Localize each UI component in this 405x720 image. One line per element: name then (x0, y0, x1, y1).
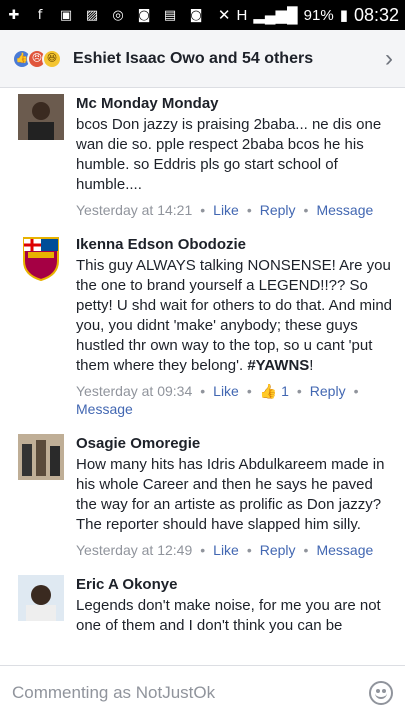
message-button[interactable]: Message (316, 202, 373, 218)
network-type: H (236, 6, 248, 24)
avatar[interactable] (18, 575, 64, 621)
signal-icon: ▂▄▆█ (253, 7, 298, 24)
comment-text-body: This guy ALWAYS talking NONSENSE! Are yo… (76, 257, 393, 374)
comment-author[interactable]: Ikenna Edson Obodozie (76, 235, 393, 255)
plus-icon: ✚ (8, 7, 20, 23)
comment-text: How many hits has Idris Abdulkareem made… (76, 456, 385, 533)
comment-time: Yesterday at 14:21 (76, 202, 193, 218)
chat-icon: ▣ (59, 7, 73, 23)
comment-item: Eric A Okonye Legends don't make noise, … (0, 569, 405, 646)
avatar[interactable] (18, 94, 64, 140)
comment-composer[interactable]: Commenting as NotJustOk (0, 665, 405, 720)
avatar[interactable] (18, 434, 64, 480)
instagram-icon-2: ◙ (189, 7, 203, 23)
message-icon: ▤ (163, 7, 177, 23)
emoji-icon[interactable] (369, 681, 393, 705)
comment-item: Ikenna Edson Obodozie This guy ALWAYS ta… (0, 229, 405, 428)
message-button[interactable]: Message (76, 401, 133, 417)
whatsapp-icon: ◎ (112, 7, 124, 23)
comment-author[interactable]: Mc Monday Monday (76, 94, 393, 114)
battery-level: 91% (303, 6, 334, 24)
like-button[interactable]: Like (213, 202, 239, 218)
comment-text: Legends don't make noise, for me you are… (76, 597, 381, 634)
message-button[interactable]: Message (316, 542, 373, 558)
like-button[interactable]: Like (213, 383, 239, 399)
mute-icon: ✕ (217, 7, 231, 24)
comment-text: This guy ALWAYS talking NONSENSE! Are yo… (76, 256, 393, 376)
reactions-text[interactable]: Eshiet Isaac Owo and 54 others (73, 50, 313, 68)
clock: 08:32 (353, 4, 399, 25)
comment-author[interactable]: Eric A Okonye (76, 575, 393, 595)
like-button[interactable]: Like (213, 542, 239, 558)
reactions-bar[interactable]: 👍 😠 😆 Eshiet Isaac Owo and 54 others › (0, 30, 405, 88)
facebook-icon: f (37, 7, 43, 23)
image-icon: ▨ (85, 7, 99, 23)
haha-reaction-icon: 😆 (42, 48, 62, 69)
hashtag-link[interactable]: #YAWNS (247, 357, 309, 374)
comment-author[interactable]: Osagie Omoregie (76, 434, 393, 454)
comment-item: Osagie Omoregie How many hits has Idris … (0, 428, 405, 569)
hashtag-suffix: ! (309, 357, 314, 374)
comment-text: bcos Don jazzy is praising 2baba... ne d… (76, 116, 382, 193)
comments-list: Mc Monday Monday bcos Don jazzy is prais… (0, 88, 405, 665)
comment-item: Mc Monday Monday bcos Don jazzy is prais… (0, 88, 405, 229)
like-count[interactable]: 1 (281, 383, 289, 399)
comment-time: Yesterday at 09:34 (76, 383, 193, 399)
comment-time: Yesterday at 12:49 (76, 542, 193, 558)
reply-button[interactable]: Reply (260, 542, 296, 558)
status-bar: ✚ f ▣ ▨ ◎ ◙ ▤ ◙ ✕ H ▂▄▆█ 91% ▮ 08:32 (0, 0, 405, 30)
battery-icon: ▮ (339, 7, 348, 24)
instagram-icon: ◙ (137, 7, 151, 23)
avatar[interactable] (18, 235, 64, 281)
comment-input[interactable]: Commenting as NotJustOk (12, 683, 215, 703)
reply-button[interactable]: Reply (260, 202, 296, 218)
chevron-right-icon[interactable]: › (385, 45, 393, 73)
reply-button[interactable]: Reply (310, 383, 346, 399)
thumbs-up-icon: 👍 (259, 383, 278, 399)
